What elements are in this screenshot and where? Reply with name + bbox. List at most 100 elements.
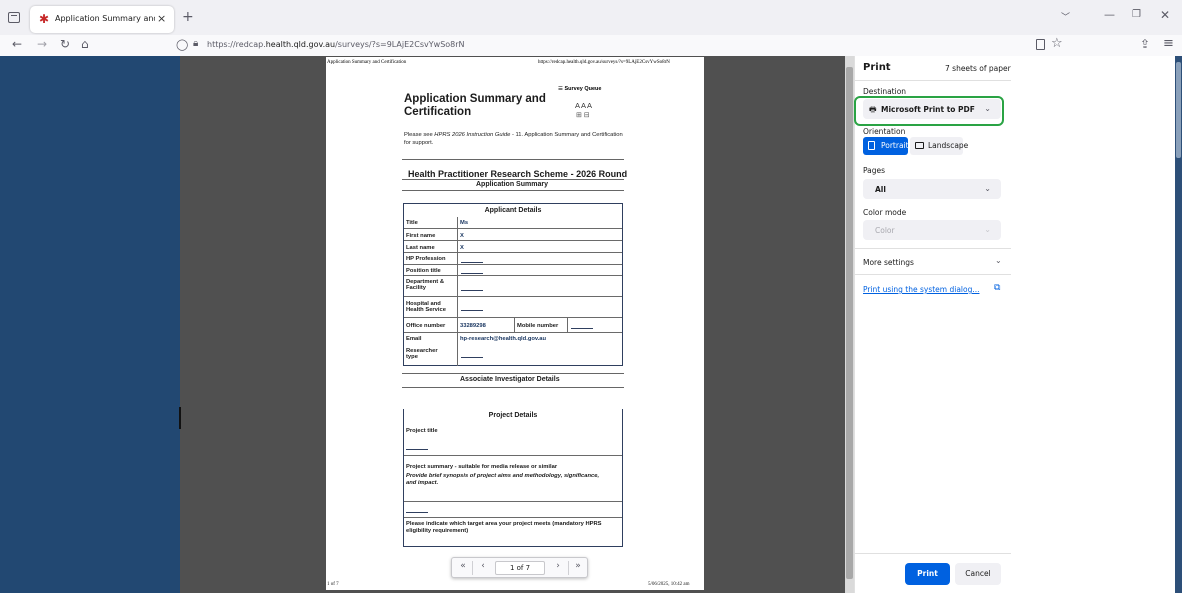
divider	[402, 190, 624, 191]
print-footer: Print Cancel	[855, 553, 1011, 593]
forward-arrow-icon[interactable]: →	[37, 37, 47, 51]
page-number-field[interactable]: 1 of 7	[495, 561, 545, 575]
landscape-label: Landscape	[928, 141, 969, 150]
page-scroll-thumb[interactable]	[1176, 62, 1181, 158]
empty-value	[461, 273, 483, 274]
portrait-icon	[868, 141, 875, 150]
divider	[402, 387, 624, 388]
table-row: Last name X	[404, 241, 622, 253]
tab-active[interactable]: ✱ Application Summary and Certif ×	[30, 6, 174, 33]
table-row: HP Profession	[404, 253, 622, 265]
field-label: Researcher type	[406, 348, 438, 360]
empty-value	[461, 357, 483, 358]
print-title: Print	[863, 62, 891, 73]
divider	[404, 517, 622, 518]
first-page-icon[interactable]: «	[456, 561, 470, 575]
last-page-icon[interactable]: »	[571, 561, 585, 575]
chevron-down-icon[interactable]: ﹀	[1061, 10, 1070, 23]
shield-icon[interactable]: ◯	[176, 38, 188, 51]
system-dialog-link[interactable]: Print using the system dialog...	[863, 285, 980, 294]
project-summary-label: Project summary - suitable for media rel…	[406, 464, 558, 470]
next-page-icon[interactable]: ›	[551, 561, 565, 575]
divider	[402, 179, 624, 180]
field-label: HP Profession	[406, 256, 446, 262]
bookmark-star-icon[interactable]: ☆	[1051, 36, 1063, 51]
portrait-option[interactable]: Portrait	[863, 137, 909, 155]
table-row: Office number 33289298 Mobile number	[404, 318, 622, 333]
table-row: Email hp-research@health.qld.gov.au	[404, 333, 622, 345]
divider	[402, 159, 624, 160]
more-settings-toggle[interactable]: More settings	[863, 258, 914, 267]
pager-divider	[568, 561, 569, 575]
color-mode-select[interactable]: Color ⌄	[863, 220, 1001, 240]
hamburger-menu-icon[interactable]: ≡	[1163, 36, 1174, 51]
field-value: X	[460, 245, 464, 251]
reload-icon[interactable]: ↻	[60, 37, 70, 51]
tab-close-icon[interactable]: ×	[157, 12, 166, 25]
minimize-button[interactable]: —	[1104, 8, 1115, 21]
pages-value: All	[875, 185, 886, 194]
preview-scroll-thumb[interactable]	[846, 67, 853, 579]
destination-label: Destination	[863, 87, 907, 96]
pages-label: Pages	[863, 166, 886, 175]
page-title: Application Summary and Certification	[404, 93, 546, 118]
table-row: Researcher type	[404, 345, 622, 366]
preview-page-navigator: « ‹ 1 of 7 › »	[451, 557, 588, 578]
field-label: First name	[406, 233, 436, 239]
landscape-option[interactable]: Landscape	[910, 137, 968, 155]
print-header-url: https://redcap.health.qld.gov.au/surveys…	[538, 60, 670, 65]
external-link-icon[interactable]: ⧉	[994, 283, 1000, 293]
field-label: Hospital and Health Service	[406, 301, 446, 313]
column-divider	[567, 318, 568, 333]
previous-page-icon[interactable]: ‹	[476, 561, 490, 575]
applicant-header: Applicant Details	[484, 207, 542, 214]
extensions-icon[interactable]: ⇪	[1140, 37, 1150, 51]
field-label: Last name	[406, 245, 435, 251]
print-footer-page: 1 of 7	[327, 582, 339, 587]
zoom-icons[interactable]: ⊞ ⊟	[576, 111, 590, 119]
empty-value	[406, 512, 428, 513]
table-row: Position title	[404, 265, 622, 276]
window-close-button[interactable]: ✕	[1160, 8, 1170, 22]
text-size-control[interactable]: AAA	[575, 101, 593, 110]
chevron-down-icon: ⌄	[984, 184, 991, 193]
reader-view-icon[interactable]	[1036, 39, 1045, 50]
tab-list-icon[interactable]	[8, 12, 20, 23]
field-label: Title	[406, 220, 418, 226]
print-preview-sheet: Application Summary and Certification ht…	[326, 57, 704, 590]
orientation-label: Orientation	[863, 127, 906, 136]
url-field[interactable]: https://redcap.health.qld.gov.au/surveys…	[207, 40, 465, 49]
browser-window: ✱ Application Summary and Certif × + ﹀ —…	[0, 0, 1182, 593]
new-tab-button[interactable]: +	[182, 9, 194, 25]
tab-title: Application Summary and Certif	[55, 14, 155, 23]
pages-select[interactable]: All ⌄	[863, 179, 1001, 199]
field-label: Department & Facility	[406, 279, 445, 291]
field-value: hp-research@health.qld.gov.au	[460, 336, 547, 342]
field-value: Ms	[460, 220, 469, 226]
survey-queue-link[interactable]: ☰ Survey Queue	[558, 86, 616, 98]
field-label: Office number	[406, 323, 446, 329]
print-header-title: Application Summary and Certification	[327, 60, 407, 65]
chevron-down-icon: ⌄	[984, 225, 991, 234]
intro-text: Please see HPRS 2026 Instruction Guide -…	[404, 132, 623, 146]
tab-bar: ✱ Application Summary and Certif × + ﹀ —…	[0, 0, 1182, 35]
associate-header: Associate Investigator Details	[460, 376, 560, 383]
field-label: Mobile number	[517, 323, 559, 329]
column-divider	[514, 318, 515, 333]
preview-edge	[179, 407, 181, 429]
cancel-button[interactable]: Cancel	[955, 563, 1001, 585]
restore-button[interactable]: ❐	[1132, 9, 1141, 20]
table-row: Title Ms	[404, 217, 622, 229]
lock-icon[interactable]: 🔒︎	[193, 38, 198, 49]
home-icon[interactable]: ⌂	[81, 37, 89, 51]
back-arrow-icon[interactable]: ←	[12, 37, 22, 51]
chevron-down-icon[interactable]: ⌄	[995, 256, 1002, 265]
divider	[855, 80, 1011, 81]
project-details-box: Project Details Project title Project su…	[403, 409, 623, 547]
field-label: Email	[406, 336, 422, 342]
divider	[404, 455, 622, 456]
project-header: Project Details	[488, 412, 538, 419]
print-button[interactable]: Print	[905, 563, 950, 585]
table-row: Hospital and Health Service	[404, 297, 622, 318]
field-value: 33289298	[460, 323, 486, 329]
